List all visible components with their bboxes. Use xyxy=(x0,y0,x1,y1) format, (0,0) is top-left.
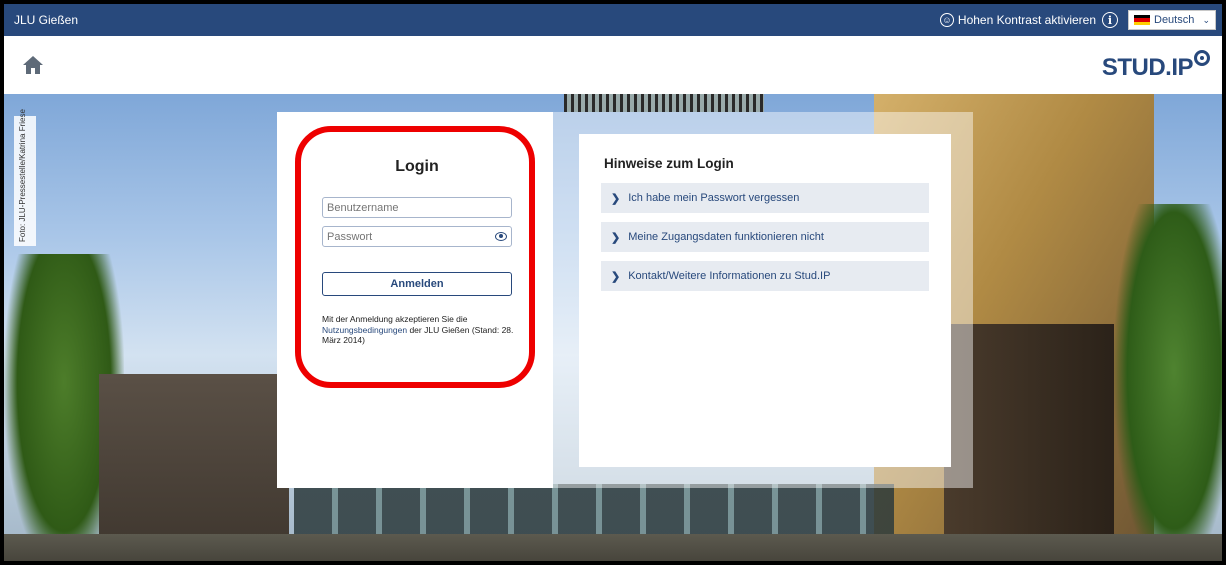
login-button[interactable]: Anmelden xyxy=(322,272,512,296)
high-contrast-toggle[interactable]: ☺ Hohen Kontrast aktivieren i xyxy=(939,12,1118,28)
logo-ring-icon xyxy=(1194,50,1210,66)
eye-icon[interactable] xyxy=(495,232,507,241)
hint-credentials-not-working[interactable]: ❯ Meine Zugangsdaten funktionieren nicht xyxy=(601,222,929,252)
language-select[interactable]: Deutsch ⌄ xyxy=(1128,10,1216,30)
photo-ground xyxy=(4,534,1222,561)
chevron-right-icon: ❯ xyxy=(611,192,621,205)
high-contrast-label: Hohen Kontrast aktivieren xyxy=(957,13,1096,27)
password-input[interactable] xyxy=(322,226,512,247)
page-frame: JLU Gießen ☺ Hohen Kontrast aktivieren i… xyxy=(0,0,1226,565)
logo-text: STUD.IP xyxy=(1101,54,1194,81)
hint-forgot-password[interactable]: ❯ Ich habe mein Passwort vergessen xyxy=(601,183,929,213)
chevron-right-icon: ❯ xyxy=(611,231,621,244)
chevron-right-icon: ❯ xyxy=(611,270,621,283)
terms-link[interactable]: Nutzungsbedingungen xyxy=(322,325,407,335)
photo-credit-text: Foto: JLU-Pressestelle/Katrina Friese xyxy=(18,109,27,242)
hints-title: Hinweise zum Login xyxy=(604,156,734,171)
chevron-down-icon: ⌄ xyxy=(1202,14,1210,25)
photo-tree-right xyxy=(1114,204,1222,561)
german-flag-icon xyxy=(1134,15,1150,25)
top-bar: JLU Gießen ☺ Hohen Kontrast aktivieren i… xyxy=(4,4,1222,36)
terms-notice: Mit der Anmeldung akzeptieren Sie die Nu… xyxy=(322,314,518,346)
header: STUD.IP xyxy=(4,36,1222,94)
username-input[interactable] xyxy=(322,197,512,218)
language-label: Deutsch xyxy=(1154,14,1195,26)
accessibility-icon: ☺ xyxy=(939,13,954,27)
hint-label: Meine Zugangsdaten funktionieren nicht xyxy=(628,231,824,243)
photo-roof-grill xyxy=(564,94,764,112)
home-icon[interactable] xyxy=(22,55,44,75)
photo-credit: Foto: JLU-Pressestelle/Katrina Friese xyxy=(14,109,36,246)
brand-link[interactable]: JLU Gießen xyxy=(14,13,78,27)
terms-prefix: Mit der Anmeldung akzeptieren Sie die xyxy=(322,314,468,324)
studip-logo[interactable]: STUD.IP xyxy=(1101,50,1210,82)
login-title: Login xyxy=(395,158,439,175)
hint-contact-info[interactable]: ❯ Kontakt/Weitere Informationen zu Stud.… xyxy=(601,261,929,291)
hint-label: Ich habe mein Passwort vergessen xyxy=(628,192,800,204)
hint-label: Kontakt/Weitere Informationen zu Stud.IP xyxy=(628,270,831,282)
info-icon[interactable]: i xyxy=(1102,12,1118,28)
